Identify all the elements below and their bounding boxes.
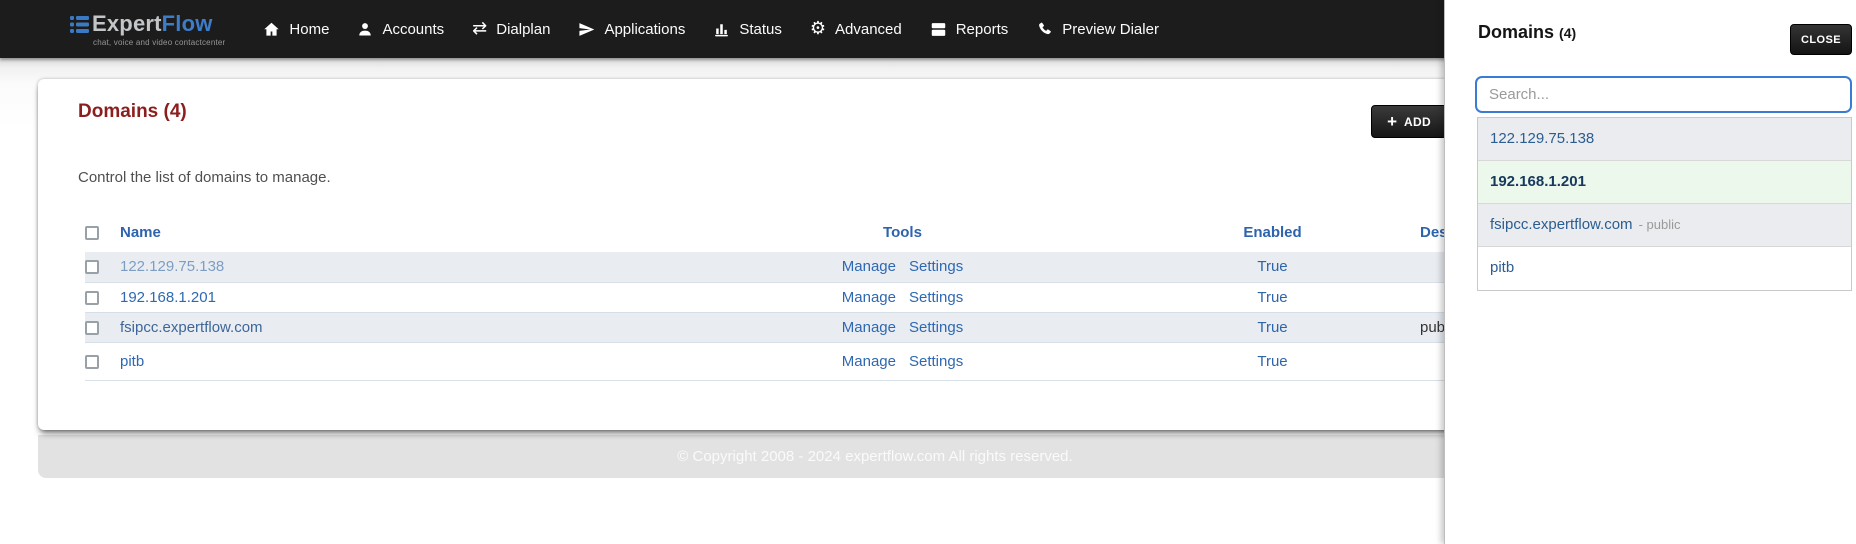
- nav-item-preview-dialer[interactable]: Preview Dialer: [1036, 21, 1159, 38]
- manage-link[interactable]: Manage: [842, 289, 896, 306]
- plus-icon: +: [1387, 112, 1398, 131]
- enabled-value: True: [1257, 288, 1288, 306]
- nav-item-dialplan[interactable]: ⇄ Dialplan: [472, 20, 550, 38]
- select-all-checkbox[interactable]: [85, 226, 99, 241]
- gear-icon: ⚙: [809, 18, 826, 39]
- panel-count: (4): [1559, 25, 1577, 41]
- header-tools: Tools: [883, 224, 922, 241]
- settings-link[interactable]: Settings: [909, 289, 963, 306]
- domain-name-link[interactable]: 192.168.1.201: [120, 289, 216, 306]
- settings-link[interactable]: Settings: [909, 353, 963, 370]
- header-enabled: Enabled: [1243, 224, 1302, 241]
- home-icon: [264, 22, 280, 36]
- enabled-value: True: [1257, 318, 1288, 336]
- settings-link[interactable]: Settings: [909, 258, 963, 275]
- panel-title: Domains (4): [1478, 22, 1577, 42]
- logo-icon: [70, 15, 89, 33]
- phone-icon: [1039, 22, 1052, 34]
- brand-logo[interactable]: ExpertFlow chat, voice and video contact…: [70, 11, 225, 47]
- row-checkbox[interactable]: [85, 290, 99, 305]
- manage-link[interactable]: Manage: [842, 319, 896, 336]
- domain-note: - public: [1638, 217, 1681, 232]
- row-checkbox[interactable]: [85, 320, 99, 335]
- list-item-domain[interactable]: 122.129.75.138: [1478, 118, 1851, 161]
- nav-item-accounts[interactable]: Accounts: [357, 21, 444, 38]
- header-name: Name: [120, 224, 161, 241]
- row-checkbox[interactable]: [85, 260, 99, 275]
- user-icon: [359, 22, 372, 35]
- close-button[interactable]: CLOSE: [1790, 24, 1852, 55]
- add-button[interactable]: + ADD: [1371, 105, 1447, 138]
- list-item-domain[interactable]: pitb: [1478, 247, 1851, 290]
- logo-tagline: chat, voice and video contactcenter: [93, 38, 226, 47]
- domain-name-link[interactable]: pitb: [120, 353, 144, 370]
- domain-name-link[interactable]: 122.129.75.138: [120, 258, 224, 275]
- row-checkbox[interactable]: [85, 354, 99, 369]
- nav-item-applications[interactable]: Applications: [578, 21, 685, 38]
- manage-link[interactable]: Manage: [842, 258, 896, 275]
- search-input[interactable]: [1475, 76, 1852, 113]
- domain-selector-panel: Domains (4) CLOSE 122.129.75.138 192.168…: [1444, 0, 1856, 544]
- nav-item-status[interactable]: Status: [713, 21, 782, 38]
- enabled-value: True: [1257, 352, 1288, 370]
- domain-name-link[interactable]: fsipcc.expertflow.com: [120, 319, 263, 336]
- list-item-domain[interactable]: fsipcc.expertflow.com - public: [1478, 204, 1851, 247]
- swap-arrows-icon: ⇄: [472, 18, 488, 39]
- nav-item-reports[interactable]: Reports: [930, 21, 1008, 38]
- settings-link[interactable]: Settings: [909, 319, 963, 336]
- logo-wordmark: ExpertFlow: [92, 11, 213, 36]
- nav-menu: Home Accounts ⇄ Dialplan Applications St…: [263, 20, 1159, 38]
- archive-icon: [931, 22, 945, 36]
- bar-chart-icon: [715, 23, 729, 36]
- manage-link[interactable]: Manage: [842, 353, 896, 370]
- page-title: Domains (4): [78, 101, 187, 122]
- paper-plane-icon: [579, 22, 595, 36]
- panel-domain-list: 122.129.75.138 192.168.1.201 fsipcc.expe…: [1477, 117, 1852, 291]
- enabled-value: True: [1257, 258, 1288, 276]
- page-subtitle: Control the list of domains to manage.: [78, 169, 331, 186]
- list-item-domain-selected[interactable]: 192.168.1.201: [1478, 161, 1851, 204]
- nav-item-advanced[interactable]: ⚙ Advanced: [810, 20, 902, 38]
- nav-item-home[interactable]: Home: [263, 21, 329, 38]
